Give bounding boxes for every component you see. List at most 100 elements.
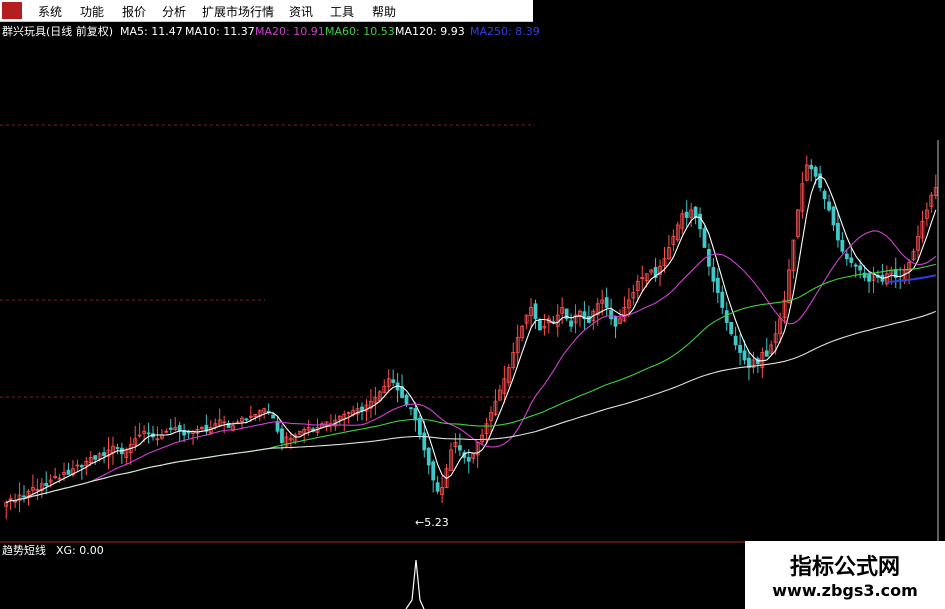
candle [711,257,716,293]
candle [880,263,885,285]
candle [675,221,680,243]
candle [431,459,436,493]
candle [924,202,929,227]
candle [515,324,520,366]
candle [75,459,80,472]
candle [609,298,613,326]
candle [177,421,182,442]
watermark-url: www.zbgs3.com [772,581,918,600]
candle [640,265,645,291]
ma-legend-item: MA250: 8.39 [470,25,540,38]
candle [217,408,222,428]
candle [489,406,493,434]
candle [529,297,533,327]
candle [667,235,671,260]
candle [297,430,302,435]
candle [395,373,400,403]
candle [204,414,209,436]
candle [738,334,742,366]
candle [631,284,636,305]
candle [511,342,516,371]
candle [764,338,769,357]
candle [871,266,876,294]
candle [702,226,707,248]
candle [168,418,173,434]
candle [440,475,444,503]
candle [680,209,685,235]
candle [707,243,711,276]
candle [755,356,760,373]
candle [315,418,320,436]
candle [119,442,124,464]
candle [569,313,573,333]
low-price-annotation: ←5.23 [415,516,449,529]
candle [391,369,396,386]
candle [382,379,387,394]
candle [840,232,845,254]
candle [426,447,431,475]
ma-legend-item: MA20: 10.91 [255,25,325,38]
candle [146,422,151,444]
candle [649,268,654,276]
candle [586,305,591,324]
candle [115,443,120,455]
candle [720,285,725,315]
candle [409,406,413,416]
candle [844,249,849,266]
candle [106,437,111,470]
candle [591,308,596,330]
candle [604,287,609,316]
candle [498,384,502,401]
candle [35,478,40,500]
candle [328,414,333,432]
candle [933,174,938,200]
candle [929,192,934,213]
candle [457,433,462,456]
candle [17,482,22,513]
candle [480,428,485,446]
ma20-line [5,230,937,504]
candle [417,414,422,440]
watermark-badge: 指标公式网 www.zbgs3.com [745,541,945,609]
candle [520,324,525,342]
candle [733,326,738,351]
candle [475,442,480,468]
candle [689,202,694,228]
candle [920,210,925,243]
candle [444,464,449,489]
candle [893,257,898,288]
candle [31,474,35,495]
candle [102,447,106,464]
candle [911,248,916,262]
candle [44,471,49,495]
candle [342,410,347,432]
candle [671,229,676,252]
candle [796,208,800,239]
watermark-title: 指标公式网 [789,555,900,580]
candle [898,267,903,290]
candle [284,432,289,449]
candle [155,426,160,446]
chart-grid [0,124,939,542]
candle [79,463,84,480]
candle [800,171,805,219]
candle [8,494,13,511]
ma-legend-item: MA5: 11.47 [120,25,183,38]
candle [200,425,204,431]
candle [151,425,155,441]
candle [137,422,142,438]
candle [827,194,831,213]
candle [698,207,702,238]
candle [546,315,551,334]
candle [867,271,871,293]
candle [53,467,58,480]
candle [884,265,889,287]
candle [373,386,378,416]
candle [173,417,178,432]
candle [622,296,627,323]
candlesticks [4,155,938,520]
candle [542,313,547,336]
candle [791,239,796,279]
candle [653,258,658,282]
kline-chart[interactable]: 群兴玩具(日线 前复权) MA5: 11.47 MA10: 11.37 MA20: … [0,0,945,609]
